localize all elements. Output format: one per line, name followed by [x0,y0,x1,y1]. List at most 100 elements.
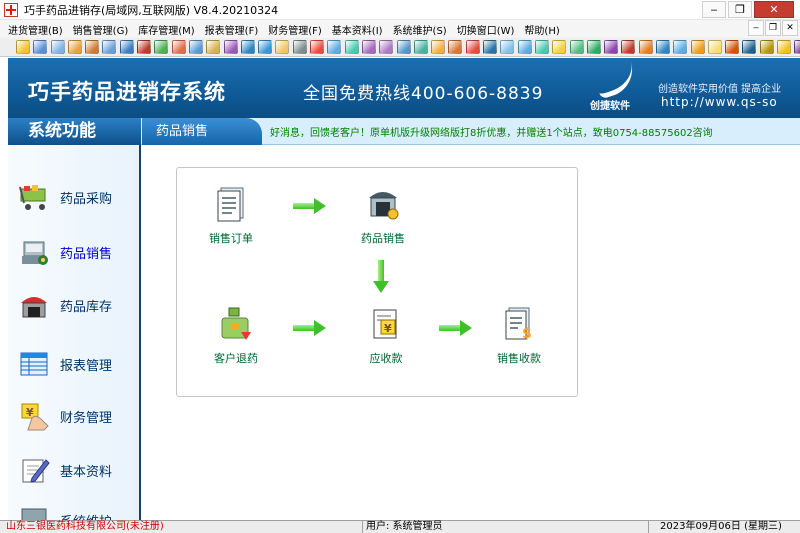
status-company: 山东三银医药科技有限公司(未注册) [6,521,164,532]
lab-icon[interactable] [396,40,411,54]
sidebar-item-inventory[interactable]: 药品库存 [8,285,141,325]
mdi-close-button[interactable]: ✕ [782,20,798,36]
flow-label-customer-return: 客户退药 [214,352,258,365]
smile-icon[interactable] [707,40,722,54]
sales-flow-panel: 销售订单 药品销售 客户退药 ¥ 应收款 $ 销售收款 [176,167,578,397]
menu-reports[interactable]: 报表管理(F) [205,22,259,37]
sidebar-item-reports[interactable]: 报表管理 [8,344,141,384]
eye-icon[interactable] [655,40,670,54]
sales-counter-icon [369,192,399,220]
bag-icon[interactable] [690,40,705,54]
key-icon[interactable] [759,40,774,54]
menu-help[interactable]: 帮助(H) [524,22,559,37]
cart-icon[interactable] [171,40,186,54]
bars-icon[interactable] [240,40,255,54]
gem-icon[interactable] [569,40,584,54]
stamp-icon[interactable] [552,40,567,54]
home-icon[interactable] [310,40,325,54]
menu-system[interactable]: 系统维护(S) [393,22,447,37]
note-icon[interactable] [206,40,221,54]
status-bar: 山东三银医药科技有限公司(未注册) 用户: 系统管理员 2023年09月06日 … [0,520,800,533]
menu-purchase[interactable]: 进货管理(B) [8,22,63,37]
flow-node-drug-sales[interactable]: 药品销售 [361,186,405,246]
close-button[interactable]: ✕ [754,1,794,18]
rain-icon[interactable] [673,40,688,54]
sidebar-item-purchase[interactable]: 药品采购 [8,177,141,217]
banner-title: 巧手药品进销存系统 [28,80,226,104]
pie-icon[interactable] [465,40,480,54]
restore-button[interactable]: ❐ [728,1,752,18]
sidebar-item-sales[interactable]: 药品销售 [8,232,141,272]
flow-label-sales-receipt: 销售收款 [497,352,541,365]
book-icon[interactable] [119,40,134,54]
sheet2-icon[interactable] [517,40,532,54]
wrench-icon[interactable] [604,40,619,54]
chart-icon[interactable] [448,40,463,54]
menu-bar: 进货管理(B) 销售管理(G) 库存管理(M) 报表管理(F) 财务管理(F) … [0,20,800,38]
medal-icon[interactable] [777,40,792,54]
flow-node-customer-return[interactable]: 客户退药 [214,306,258,366]
mdi-minimize-button[interactable]: ‒ [748,20,764,36]
doc-icon[interactable] [50,40,65,54]
flag-icon[interactable] [621,40,636,54]
cube-icon[interactable] [67,40,82,54]
box2-icon[interactable] [379,40,394,54]
sheet-icon[interactable] [500,40,515,54]
receivable-icon: ¥ [373,309,397,339]
sidebar-item-basic-data[interactable]: 基本资料 [8,450,141,490]
stack-icon[interactable] [223,40,238,54]
coin-icon[interactable] [154,40,169,54]
sidebar-item-system[interactable]: 系统维护 [8,503,141,520]
menu-inventory[interactable]: 库存管理(M) [138,22,194,37]
window-title: 巧手药品进销存(局域网,互联网版) V8.4.20210324 [24,3,279,17]
mark-icon[interactable] [431,40,446,54]
brush-icon[interactable] [137,40,152,54]
gear-icon[interactable] [16,40,30,54]
flow-node-sales-receipt[interactable]: $ 销售收款 [497,306,541,366]
menu-sales[interactable]: 销售管理(G) [73,22,129,37]
sidebar-item-finance[interactable]: ¥ 财务管理 [8,396,141,436]
table2-icon[interactable] [327,40,342,54]
table-icon[interactable] [188,40,203,54]
flow-label-drug-sales: 药品销售 [361,232,405,245]
sheet3-icon[interactable] [534,40,549,54]
user-icon[interactable] [33,40,48,54]
box-icon[interactable] [85,40,100,54]
grid3-icon[interactable] [742,40,757,54]
banner: 巧手药品进销存系统 全国免费热线400-606-8839 创捷软件 创造软件实用… [8,58,800,118]
tags-icon[interactable] [413,40,428,54]
grid-icon[interactable] [102,40,117,54]
dollar-icon[interactable] [586,40,601,54]
person-icon[interactable] [725,40,740,54]
sidebar-label-reports: 报表管理 [60,358,113,374]
status-separator [362,521,363,533]
calc-icon[interactable] [292,40,307,54]
banner-url[interactable]: http://www.qs-so [661,95,778,109]
mdi-restore-button[interactable]: ❐ [765,20,781,36]
flow-node-receivable[interactable]: ¥ 应收款 [369,306,403,366]
status-date: 2023年09月06日 (星期三) [660,521,782,532]
menu-basic-data[interactable]: 基本资料(I) [332,22,383,37]
grid2-icon[interactable] [483,40,498,54]
pen-icon[interactable] [361,40,376,54]
menu-window[interactable]: 切换窗口(W) [457,22,515,37]
table3-icon[interactable] [344,40,359,54]
toolbar [0,38,800,57]
menu-finance[interactable]: 财务管理(F) [268,22,322,37]
app-cross-icon[interactable] [4,2,18,17]
arrow-down-icon [373,260,389,294]
tool-icon[interactable] [794,40,800,54]
search-icon[interactable] [275,40,290,54]
puzzle-icon[interactable] [638,40,653,54]
order-document-icon [217,187,244,222]
svg-text:¥: ¥ [384,322,392,335]
svg-text:$: $ [522,326,532,342]
flow-node-sales-order[interactable]: 销售订单 [209,186,253,246]
minimize-button[interactable]: ‒ [702,1,726,18]
notice-marquee: 好消息，回馈老客户！原单机版升级网络版打8折优惠，并赠送1个站点，致电0754-… [270,128,713,139]
arrow-right-icon [293,198,327,214]
list-icon[interactable] [258,40,273,54]
money-hand-icon: ¥ [21,403,49,431]
sidebar-label-finance: 财务管理 [60,410,113,426]
status-user: 用户: 系统管理员 [366,521,443,532]
